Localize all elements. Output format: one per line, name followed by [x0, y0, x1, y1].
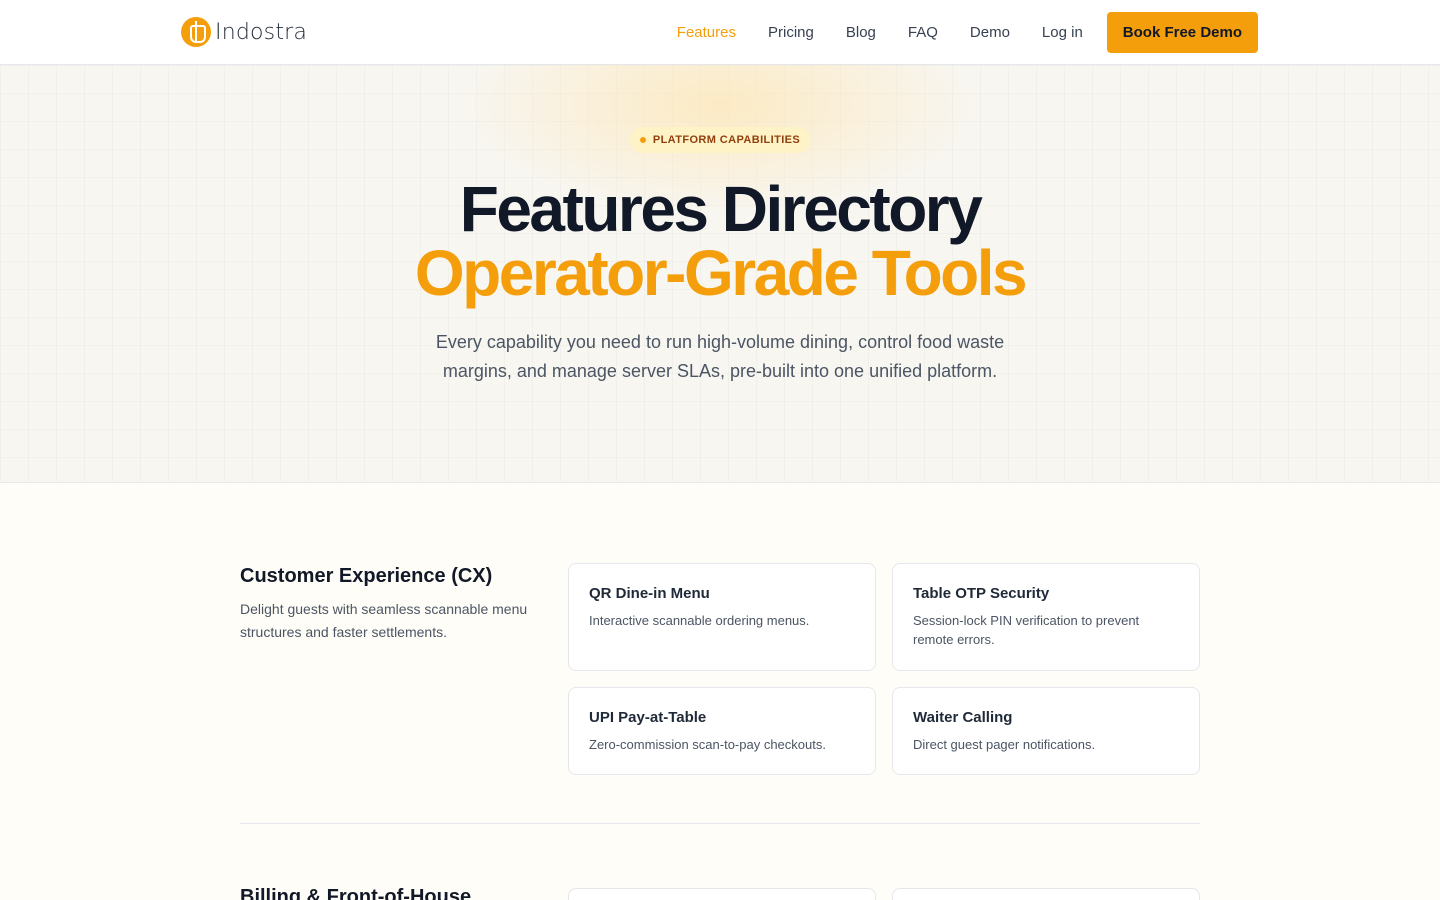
hero-title: Features Directory	[459, 173, 983, 245]
logo-icon	[181, 17, 211, 47]
feature-card-billing-1[interactable]	[568, 888, 876, 900]
section-title-billing: Billing & Front-of-House	[240, 886, 472, 900]
card-title: Waiter Calling	[913, 709, 1013, 726]
card-desc: Interactive scannable ordering menus.	[589, 613, 810, 628]
top-nav: Indostra Features Pricing Blog FAQ Demo …	[0, 0, 1440, 65]
section-desc-cx: Delight guests with seamless scannable m…	[240, 601, 528, 640]
feature-card-billing-2[interactable]	[892, 888, 1200, 900]
nav-link-login[interactable]: Log in	[1026, 24, 1099, 41]
nav-link-demo[interactable]: Demo	[954, 24, 1026, 41]
badge-label: PLATFORM CAPABILITIES	[652, 134, 801, 146]
card-desc: Session-lock PIN verification to prevent…	[913, 613, 1140, 647]
nav-link-pricing[interactable]: Pricing	[752, 24, 830, 41]
section-title-cx: Customer Experience (CX)	[240, 565, 493, 587]
card-title: UPI Pay-at-Table	[589, 709, 707, 726]
brand-name: Indostra	[215, 19, 308, 45]
nav-link-features[interactable]: Features	[661, 24, 752, 41]
card-title: QR Dine-in Menu	[589, 585, 710, 602]
feature-card-waiter-calling[interactable]: Waiter Calling Direct guest pager notifi…	[892, 687, 1200, 775]
hero-section: PLATFORM CAPABILITIES Features Directory…	[0, 65, 1440, 483]
nav-link-blog[interactable]: Blog	[830, 24, 892, 41]
nav-link-faq[interactable]: FAQ	[892, 24, 954, 41]
card-desc: Direct guest pager notifications.	[913, 737, 1096, 752]
feature-card-table-otp[interactable]: Table OTP Security Session-lock PIN veri…	[892, 563, 1200, 671]
book-demo-button[interactable]: Book Free Demo	[1106, 12, 1258, 53]
hero-title-highlight: Operator-Grade Tools	[414, 237, 1028, 309]
card-title: Table OTP Security	[913, 585, 1050, 602]
card-desc: Zero-commission scan-to-pay checkouts.	[589, 737, 826, 752]
nav-links: Features Pricing Blog FAQ Demo Log in Bo…	[661, 0, 1258, 65]
feature-card-qr-menu[interactable]: QR Dine-in Menu Interactive scannable or…	[568, 563, 876, 671]
badge-dot-icon	[639, 137, 646, 143]
capabilities-badge: PLATFORM CAPABILITIES	[630, 127, 810, 153]
section-divider	[240, 823, 1200, 824]
feature-card-upi-pay[interactable]: UPI Pay-at-Table Zero-commission scan-to…	[568, 687, 876, 775]
hero-subtitle: Every capability you need to run high-vo…	[435, 332, 1005, 381]
brand-logo[interactable]: Indostra	[181, 16, 307, 48]
